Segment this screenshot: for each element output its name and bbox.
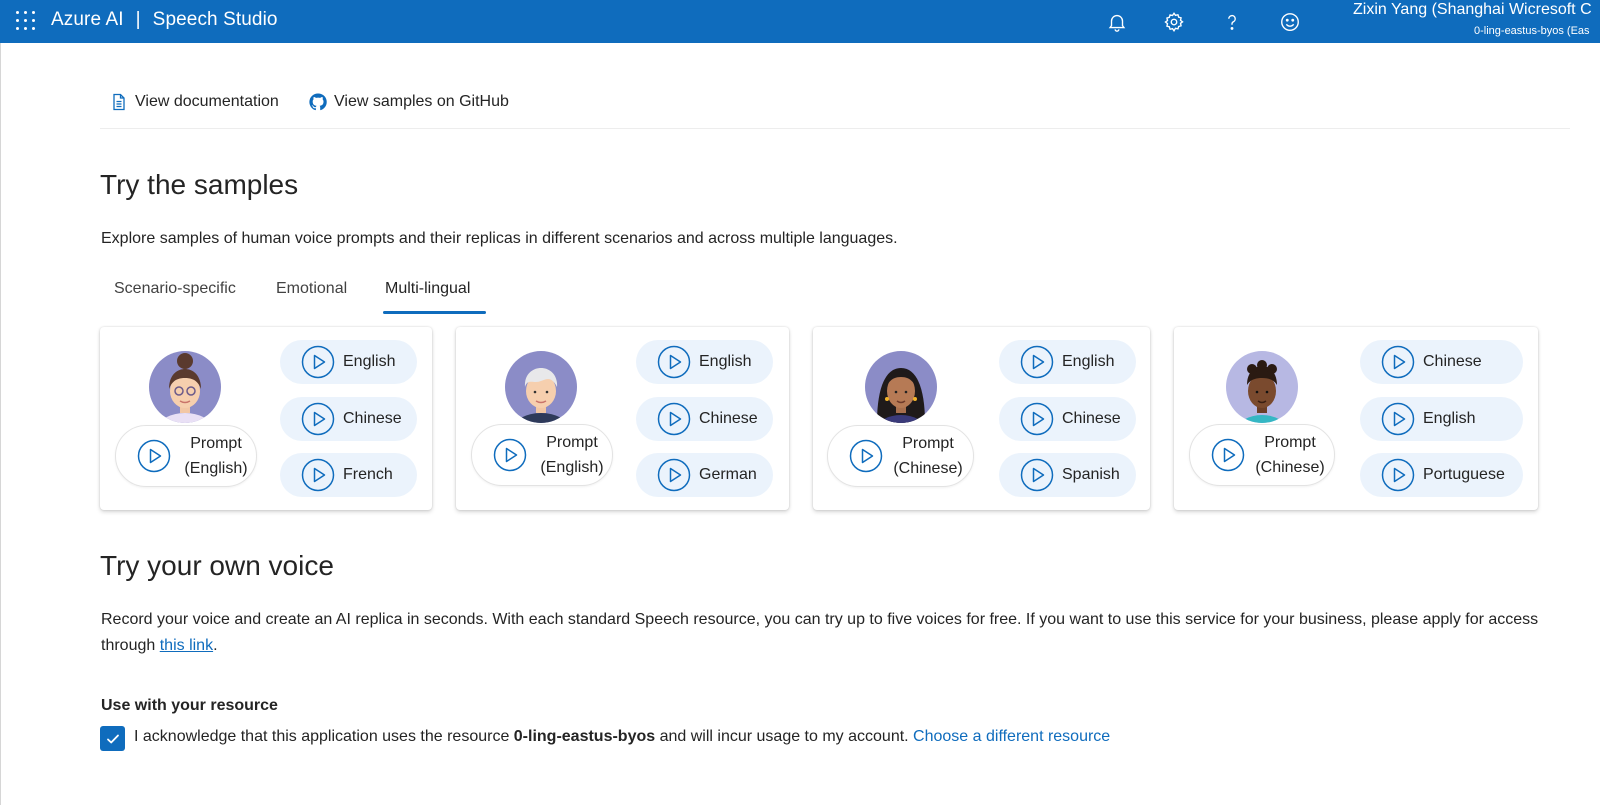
prompt-label: Prompt (English) [184, 435, 248, 477]
page-border [0, 43, 1, 805]
view-github-label: View samples on GitHub [334, 93, 509, 110]
user-resource: 0-ling-eastus-byos (Eas [1474, 25, 1590, 37]
prompt-play-button[interactable]: Prompt (English) [115, 425, 257, 487]
choose-resource-link[interactable]: Choose a different resource [913, 728, 1110, 745]
language-label: Spanish [1062, 466, 1120, 483]
bell-icon[interactable] [1102, 7, 1132, 37]
language-play-button[interactable]: Portuguese [1360, 453, 1523, 497]
language-play-button[interactable]: Spanish [999, 453, 1136, 497]
play-icon [301, 458, 335, 492]
language-label: English [343, 353, 396, 370]
language-label: Portuguese [1423, 466, 1505, 483]
language-play-button[interactable]: English [280, 340, 417, 384]
language-label: German [699, 466, 757, 483]
avatar [505, 351, 577, 423]
language-label: French [343, 466, 393, 483]
sample-card: Prompt (English) English Chinese French [100, 327, 432, 510]
apply-access-link[interactable]: this link [160, 637, 213, 654]
avatar [1226, 351, 1298, 423]
acknowledge-checkbox[interactable] [100, 726, 125, 751]
play-icon [1381, 345, 1415, 379]
language-play-button[interactable]: English [636, 340, 773, 384]
language-label: English [1423, 410, 1476, 427]
view-github-link[interactable]: View samples on GitHub [308, 92, 509, 112]
top-bar: Azure AI | Speech Studio Zixin Yang (Shang… [0, 0, 1600, 43]
language-label: Chinese [699, 410, 758, 427]
play-icon [137, 439, 171, 473]
sample-card: Prompt (English) English Chinese German [456, 327, 789, 510]
language-play-button[interactable]: French [280, 453, 417, 497]
own-voice-title: Try your own voice [100, 550, 334, 581]
prompt-play-button[interactable]: Prompt (Chinese) [827, 425, 974, 487]
sample-card: Prompt (Chinese) English Chinese Spanish [813, 327, 1150, 510]
samples-description: Explore samples of human voice prompts a… [101, 230, 898, 247]
avatar [865, 351, 937, 423]
language-label: Chinese [343, 410, 402, 427]
avatar [149, 351, 221, 423]
play-icon [657, 345, 691, 379]
view-documentation-label: View documentation [135, 93, 279, 110]
play-icon [657, 458, 691, 492]
product-name: Speech Studio [152, 9, 278, 30]
view-documentation-link[interactable]: View documentation [109, 92, 279, 112]
language-play-button[interactable]: English [1360, 397, 1523, 441]
play-icon [1020, 345, 1054, 379]
play-icon [1211, 438, 1245, 472]
play-icon [657, 402, 691, 436]
play-icon [301, 345, 335, 379]
play-icon [493, 438, 527, 472]
language-label: Chinese [1062, 410, 1121, 427]
own-voice-description: Record your voice and create an AI repli… [101, 611, 1539, 654]
help-icon[interactable] [1217, 7, 1247, 37]
play-icon [1381, 402, 1415, 436]
resource-name: 0-ling-eastus-byos [513, 728, 656, 745]
language-label: Chinese [1423, 353, 1482, 370]
prompt-label: Prompt (Chinese) [1255, 434, 1325, 476]
github-icon [309, 93, 327, 111]
active-tab-indicator [383, 311, 486, 314]
prompt-play-button[interactable]: Prompt (English) [471, 424, 613, 486]
language-play-button[interactable]: Chinese [999, 397, 1136, 441]
language-play-button[interactable]: Chinese [280, 397, 417, 441]
language-play-button[interactable]: Chinese [1360, 340, 1523, 384]
prompt-label: Prompt (Chinese) [893, 435, 963, 477]
app-launcher-icon[interactable] [16, 11, 37, 32]
smiley-icon[interactable] [1275, 7, 1305, 37]
checkmark-icon [106, 734, 119, 743]
samples-title: Try the samples [100, 169, 299, 200]
play-icon [1381, 458, 1415, 492]
user-account[interactable]: Zixin Yang (Shanghai Wicresoft C 0-ling-… [1353, 0, 1600, 43]
play-icon [849, 439, 883, 473]
sample-card: Prompt (Chinese) Chinese English Portugue… [1174, 327, 1538, 510]
play-icon [1020, 402, 1054, 436]
language-label: English [1062, 353, 1115, 370]
prompt-label: Prompt (English) [540, 434, 604, 476]
language-play-button[interactable]: English [999, 340, 1136, 384]
tab-scenario-specific[interactable]: Scenario-specific [114, 280, 236, 314]
resource-links: View documentation View samples on GitHu… [100, 88, 1570, 129]
document-icon [113, 93, 125, 111]
brand-name: Azure AI [51, 9, 124, 30]
language-play-button[interactable]: German [636, 453, 773, 497]
play-icon [301, 402, 335, 436]
gear-icon[interactable] [1159, 7, 1189, 37]
tab-multi-lingual[interactable]: Multi-lingual [385, 280, 470, 314]
prompt-play-button[interactable]: Prompt (Chinese) [1189, 424, 1335, 486]
brand-title[interactable]: Azure AI | Speech Studio [51, 9, 278, 31]
resource-label: Use with your resource [101, 697, 278, 714]
tab-emotional[interactable]: Emotional [276, 280, 347, 314]
acknowledge-text: I acknowledge that this application uses… [134, 728, 1111, 745]
user-name: Zixin Yang (Shanghai Wicresoft C [1353, 1, 1592, 18]
language-play-button[interactable]: Chinese [636, 397, 773, 441]
language-label: English [699, 353, 752, 370]
play-icon [1020, 458, 1054, 492]
brand-separator: | [135, 9, 141, 30]
